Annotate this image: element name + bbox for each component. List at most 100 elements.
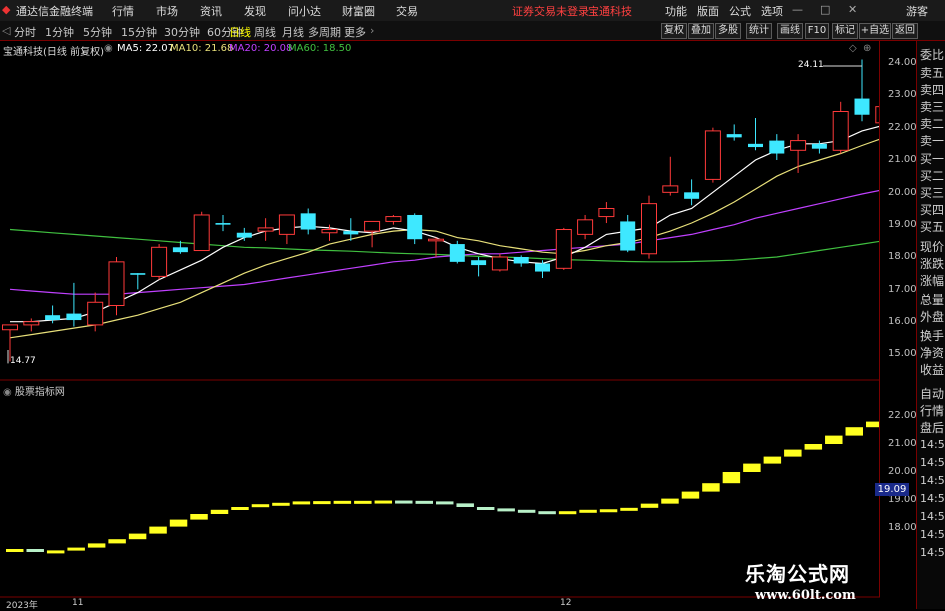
- sub-bar-down: [517, 509, 536, 513]
- sub-bar-up: [681, 491, 700, 499]
- sub-bar-up: [804, 444, 823, 450]
- tick-time: 14:50: [920, 528, 945, 541]
- sub-tick: 21.00: [888, 438, 917, 449]
- sub-bar-up: [558, 511, 577, 515]
- tick-time: 14:50: [920, 546, 945, 559]
- price-tick: 20.00: [888, 187, 917, 198]
- candle-body-up: [278, 214, 295, 235]
- candle-body-up: [641, 203, 657, 255]
- quote-field: 涨幅: [920, 274, 945, 288]
- price-tick: 16.00: [888, 316, 917, 327]
- current-value-tag: 19.09: [875, 483, 909, 496]
- sub-bar-down: [415, 500, 433, 504]
- sub-bar-up: [374, 500, 393, 504]
- kline-chart[interactable]: [0, 0, 880, 609]
- price-tick: 21.00: [888, 154, 917, 165]
- candle-body-down: [300, 213, 316, 230]
- candle-body-up: [151, 246, 168, 277]
- price-tick: 17.00: [888, 284, 917, 295]
- auto-tab[interactable]: 自动: [920, 385, 944, 402]
- price-tick: 15.00: [888, 348, 917, 359]
- sub-bar-down: [538, 511, 556, 515]
- main-price-panel: [2, 59, 880, 364]
- quote-field: 买二: [920, 169, 945, 183]
- candle-body-up: [555, 229, 572, 269]
- sub-bar-down: [456, 503, 474, 507]
- ma10-line: [9, 138, 880, 339]
- low-price-label: 14.77: [10, 356, 36, 366]
- candle-body-up: [385, 216, 402, 222]
- sub-bar-down: [395, 500, 413, 504]
- candle-body-up: [662, 185, 679, 193]
- sub-bar-up: [620, 507, 638, 511]
- quote-field: 买五: [920, 220, 945, 234]
- price-axis: 24.00 23.00 22.00 21.00 20.00 19.00 18.0…: [880, 0, 917, 380]
- candle-body-down: [513, 257, 529, 264]
- price-tick: 22.00: [888, 122, 917, 133]
- candle-body-down: [684, 192, 700, 199]
- tick-time: 14:50: [920, 456, 945, 469]
- candle-body-down: [769, 140, 785, 154]
- sub-indicator-name: 股票指标网: [14, 387, 65, 398]
- quote-field: 卖四: [920, 83, 945, 97]
- candle-body-up: [321, 229, 338, 234]
- quote-field: 卖三: [920, 100, 945, 114]
- sub-bar-up: [292, 501, 311, 505]
- tick-time: 14:50: [920, 492, 945, 505]
- sub-tick: 22.00: [888, 410, 917, 421]
- candle-body-down: [343, 231, 359, 235]
- sub-bar-up: [313, 501, 331, 505]
- sub-bar-up: [149, 526, 167, 534]
- sub-bar-up: [108, 539, 126, 544]
- candle-body-down: [66, 313, 82, 321]
- sub-bar-up: [231, 507, 249, 510]
- sub-bar-down: [436, 501, 454, 505]
- sub-tick: 20.00: [888, 466, 917, 477]
- candle-body-up: [257, 227, 274, 232]
- sub-indicator-panel: [6, 421, 880, 554]
- sub-bar-up: [128, 533, 147, 540]
- sub-bar-up: [661, 498, 679, 504]
- settings-dot-icon[interactable]: ◉: [3, 387, 12, 398]
- tick-time: 14:50: [920, 438, 945, 451]
- sub-tick: 18.00: [888, 522, 917, 533]
- candle-body-down: [130, 273, 146, 275]
- sub-bar-up: [272, 502, 290, 506]
- sub-bar-up: [354, 500, 372, 504]
- candle-body-down: [471, 260, 487, 266]
- sub-bar-up: [251, 504, 270, 508]
- tick-time: 14:50: [920, 474, 945, 487]
- quote-field: 现价: [920, 240, 945, 254]
- sub-bar-up: [190, 514, 208, 520]
- quote-field: 买三: [920, 186, 945, 200]
- sub-bar-up: [702, 483, 720, 492]
- candle-body-down: [407, 214, 423, 240]
- price-tick: 24.00: [888, 57, 917, 68]
- date-label: 2023年: [6, 601, 38, 611]
- quote-field: 委比: [920, 48, 945, 62]
- after-hours-tab[interactable]: 盘后: [920, 419, 944, 436]
- candle-body-down: [854, 98, 870, 115]
- sub-bar-up: [599, 509, 618, 513]
- sub-bar-up: [6, 549, 24, 552]
- candle-body-up: [598, 208, 615, 218]
- sub-bar-up: [845, 427, 863, 436]
- sub-panel-title: ◉ 股票指标网: [3, 383, 65, 398]
- candle-body-down: [620, 221, 636, 251]
- quote-tab[interactable]: 行情: [920, 402, 944, 419]
- quote-field: 买四: [920, 203, 945, 217]
- watermark-title: 乐淘公式网: [745, 562, 850, 586]
- quote-field: 换手: [920, 329, 945, 343]
- candle-body-up: [108, 261, 125, 307]
- candle-body-up: [428, 238, 444, 242]
- candle-body-down: [748, 143, 763, 148]
- date-axis: 2023年 11 12: [0, 598, 880, 611]
- quote-side-panel: 委比 卖五 卖四 卖三 卖二 卖一 买一 买二 买三 买四 买五 现价 涨跌 涨…: [917, 41, 945, 609]
- sub-bar-up: [722, 472, 741, 484]
- price-tick: 19.00: [888, 219, 917, 230]
- sub-bar-up: [866, 421, 880, 428]
- high-price-label: 24.11: [798, 60, 824, 70]
- sub-bar-up: [825, 435, 843, 444]
- candle-body-up: [193, 214, 210, 252]
- candle-body-up: [87, 301, 104, 326]
